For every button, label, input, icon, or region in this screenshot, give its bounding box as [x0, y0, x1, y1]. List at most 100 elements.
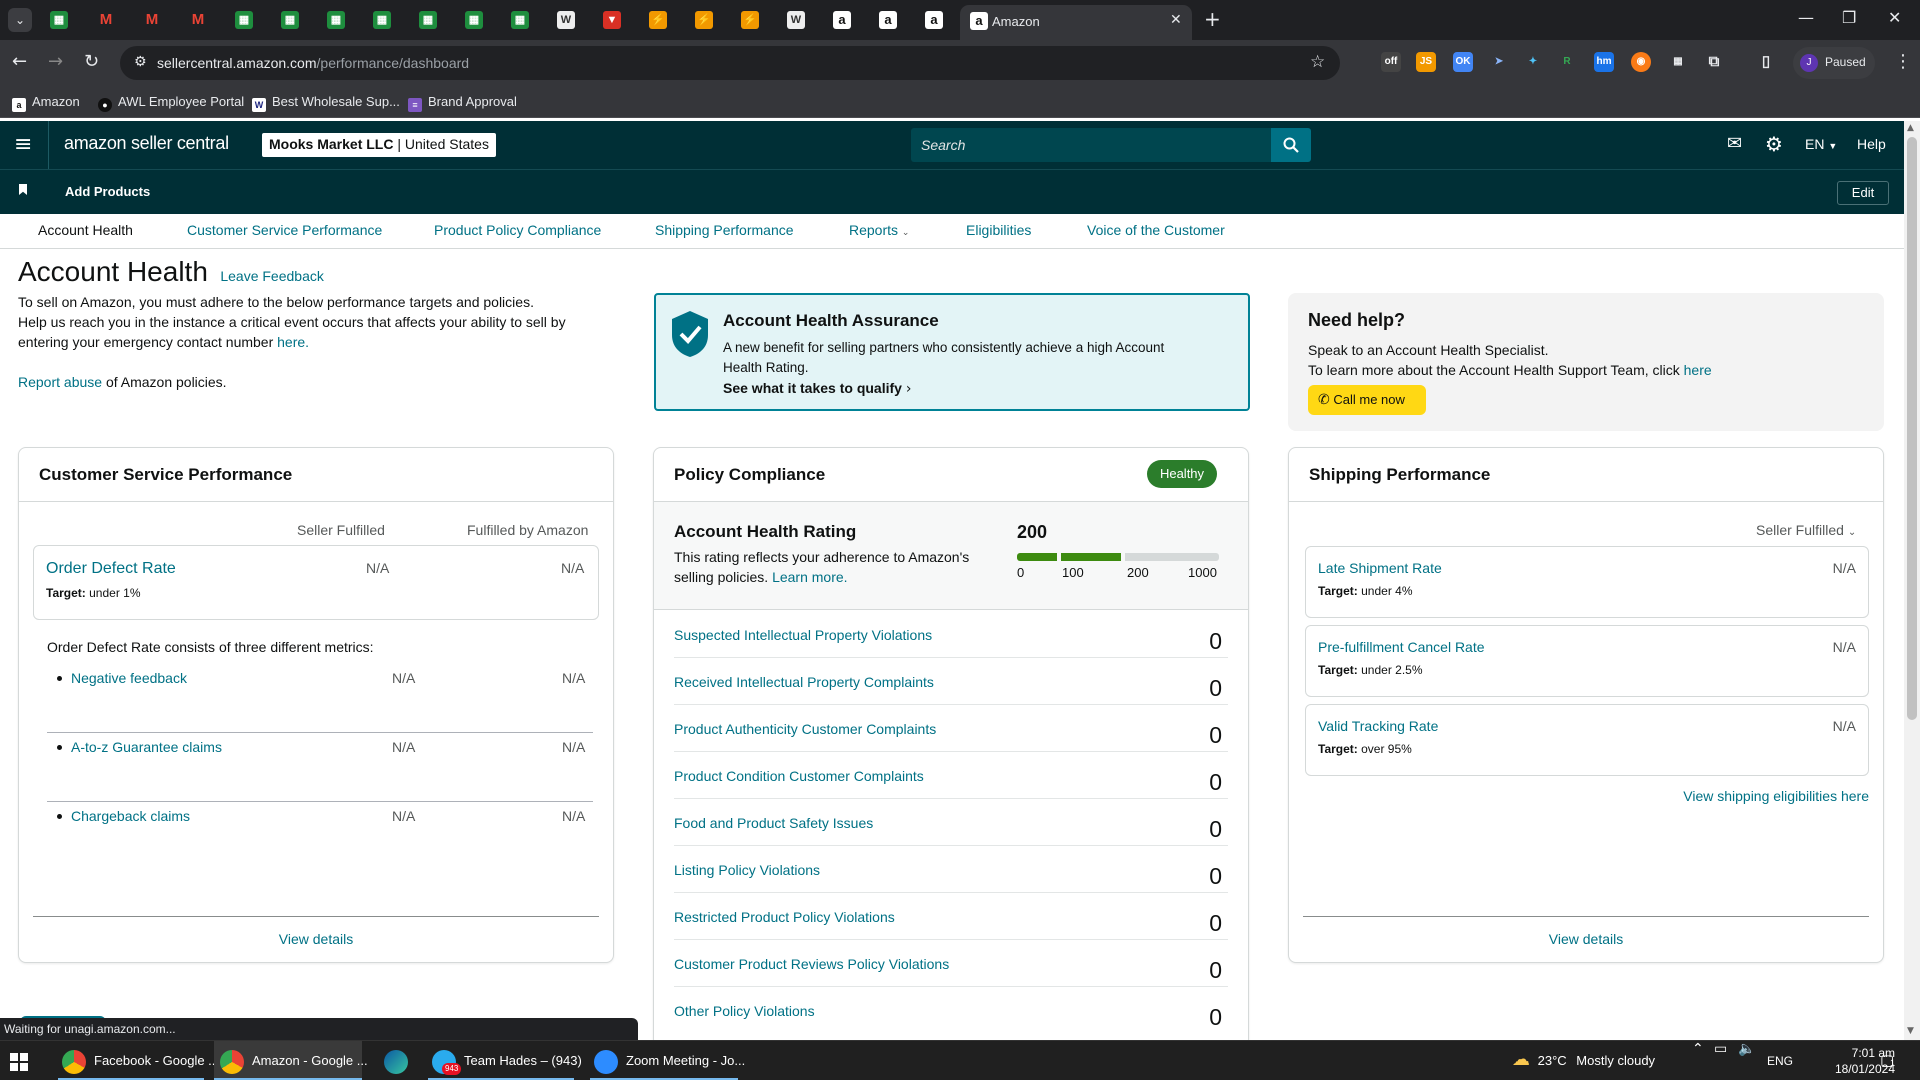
- scrollbar-thumb[interactable]: [1907, 137, 1917, 720]
- policy-row-link[interactable]: Food and Product Safety Issues: [674, 815, 873, 831]
- network-icon[interactable]: ▭: [1714, 1041, 1727, 1080]
- sheets-icon[interactable]: ▦: [511, 11, 529, 29]
- amazon-icon[interactable]: a: [833, 11, 851, 29]
- subnav-shipping-performance[interactable]: Shipping Performance: [655, 222, 794, 238]
- close-tab-icon[interactable]: ✕: [1170, 12, 1182, 28]
- learn-more-link[interactable]: Learn more.: [772, 569, 847, 585]
- bookmark-star-icon[interactable]: ☆: [1310, 52, 1325, 72]
- taskbar-amazon-chrome[interactable]: Amazon - Google ...: [214, 1041, 368, 1080]
- report-abuse-link[interactable]: Report abuse: [18, 374, 102, 390]
- page-scrollbar[interactable]: ▲ ▼: [1904, 121, 1920, 1040]
- new-tab-button[interactable]: +: [1204, 7, 1221, 31]
- extension-circle-icon[interactable]: ◉: [1631, 52, 1651, 72]
- shipping-view-details-link[interactable]: View details: [1289, 931, 1883, 947]
- notification-center[interactable]: ▢ 1: [1880, 1041, 1908, 1080]
- scroll-down-icon[interactable]: ▼: [1907, 1026, 1914, 1036]
- support-team-here-link[interactable]: here: [1684, 362, 1712, 378]
- taskbar-zoom[interactable]: Zoom Meeting - Jo...: [590, 1041, 745, 1080]
- subnav-customer-service-performance[interactable]: Customer Service Performance: [187, 222, 382, 238]
- orange-icon[interactable]: ⚡: [741, 11, 759, 29]
- extension-hm-icon[interactable]: hm: [1594, 52, 1614, 72]
- sheets-icon[interactable]: ▦: [235, 11, 253, 29]
- csp-view-details-link[interactable]: View details: [19, 931, 613, 947]
- policy-row-link[interactable]: Customer Product Reviews Policy Violatio…: [674, 956, 949, 972]
- edit-button[interactable]: Edit: [1837, 181, 1889, 205]
- bookmark-icon[interactable]: [19, 184, 27, 195]
- valid-tracking-rate-link[interactable]: Valid Tracking Rate: [1318, 718, 1438, 734]
- policy-row-link[interactable]: Product Authenticity Customer Complaints: [674, 721, 936, 737]
- weather-widget[interactable]: ☁ 23°C Mostly cloudy: [1512, 1041, 1682, 1080]
- pre-fulfillment-cancel-rate-link[interactable]: Pre-fulfillment Cancel Rate: [1318, 639, 1485, 655]
- side-panel-icon[interactable]: ▯: [1756, 52, 1776, 72]
- policy-row-link[interactable]: Received Intellectual Property Complaint…: [674, 674, 934, 690]
- negative-feedback-link[interactable]: Negative feedback: [71, 670, 187, 686]
- bookmark-awl[interactable]: ● AWL Employee Portal: [98, 94, 244, 112]
- gmail-icon[interactable]: M: [143, 11, 161, 29]
- sheets-icon[interactable]: ▦: [327, 11, 345, 29]
- fulfillment-filter-dropdown[interactable]: Seller Fulfilled ⌄: [1756, 522, 1856, 538]
- orange-icon[interactable]: ⚡: [649, 11, 667, 29]
- reload-icon[interactable]: ↻: [84, 51, 99, 72]
- language-selector[interactable]: EN ▼: [1805, 136, 1837, 152]
- wsj-icon[interactable]: W: [787, 11, 805, 29]
- help-link[interactable]: Help: [1857, 136, 1886, 152]
- subnav-eligibilities[interactable]: Eligibilities: [966, 222, 1031, 238]
- gmail-icon[interactable]: M: [97, 11, 115, 29]
- subnav-reports[interactable]: Reports ⌄: [849, 222, 909, 238]
- close-window-icon[interactable]: ✕: [1888, 8, 1901, 27]
- start-button[interactable]: [10, 1041, 40, 1080]
- extension-off-icon[interactable]: off: [1381, 52, 1401, 72]
- chrome-menu-icon[interactable]: ⋮: [1894, 51, 1912, 72]
- call-me-now-button[interactable]: ✆ Call me now: [1308, 385, 1426, 415]
- search-input[interactable]: Search: [911, 128, 1271, 162]
- site-info-icon[interactable]: ⚙: [134, 54, 147, 70]
- subnav-voice-of-the-customer[interactable]: Voice of the Customer: [1087, 222, 1225, 238]
- minimize-icon[interactable]: —: [1798, 8, 1814, 27]
- show-hidden-icons-icon[interactable]: ⌃: [1692, 1041, 1704, 1080]
- extension-r-icon[interactable]: R: [1557, 52, 1577, 72]
- back-icon[interactable]: ←: [12, 51, 27, 72]
- sheets-icon[interactable]: ▦: [281, 11, 299, 29]
- volume-icon[interactable]: 🔈: [1738, 1041, 1755, 1080]
- extension-grid-icon[interactable]: ▦: [1668, 52, 1688, 72]
- store-selector[interactable]: Mooks Market LLC | United States: [262, 133, 496, 157]
- amazon-icon[interactable]: a: [879, 11, 897, 29]
- subnav-account-health[interactable]: Account Health: [38, 222, 133, 238]
- doc-icon[interactable]: W: [557, 11, 575, 29]
- policy-row-link[interactable]: Product Condition Customer Complaints: [674, 768, 924, 784]
- extension-blue-icon[interactable]: ✦: [1523, 52, 1543, 72]
- bookmark-brand-approval[interactable]: ≡ Brand Approval: [408, 94, 517, 112]
- add-products-link[interactable]: Add Products: [65, 184, 150, 199]
- red-icon[interactable]: ▼: [603, 11, 621, 29]
- bookmark-wholesale[interactable]: W Best Wholesale Sup...: [252, 94, 400, 112]
- sheets-icon[interactable]: ▦: [419, 11, 437, 29]
- bookmark-amazon[interactable]: a Amazon: [12, 94, 80, 112]
- taskbar-edge[interactable]: [384, 1041, 410, 1080]
- profile-button[interactable]: J Paused: [1793, 47, 1875, 79]
- input-language[interactable]: ENG: [1767, 1041, 1793, 1080]
- policy-row-link[interactable]: Listing Policy Violations: [674, 862, 820, 878]
- view-shipping-eligibilities-link[interactable]: View shipping eligibilities here: [1683, 788, 1869, 804]
- taskbar-facebook-chrome[interactable]: Facebook - Google ...: [58, 1041, 219, 1080]
- late-shipment-rate-link[interactable]: Late Shipment Rate: [1318, 560, 1442, 576]
- contact-here-link[interactable]: here.: [277, 334, 309, 350]
- a-to-z-claims-link[interactable]: A-to-z Guarantee claims: [71, 739, 222, 755]
- extension-js-icon[interactable]: JS: [1416, 52, 1436, 72]
- url-bar[interactable]: ⚙ sellercentral.amazon.com/performance/d…: [120, 46, 1340, 80]
- settings-gear-icon[interactable]: ⚙: [1765, 132, 1783, 156]
- taskbar-telegram[interactable]: Team Hades – (943) 943: [428, 1041, 582, 1080]
- amazon-icon[interactable]: a: [925, 11, 943, 29]
- search-button[interactable]: [1271, 128, 1311, 162]
- scroll-up-icon[interactable]: ▲: [1907, 123, 1914, 133]
- subnav-product-policy-compliance[interactable]: Product Policy Compliance: [434, 222, 601, 238]
- sheets-icon[interactable]: ▦: [373, 11, 391, 29]
- seller-central-logo[interactable]: amazon seller central: [64, 133, 229, 154]
- hamburger-menu-icon[interactable]: ≡: [14, 132, 32, 157]
- forward-icon[interactable]: →: [48, 51, 63, 72]
- active-tab[interactable]: a Amazon ✕: [960, 5, 1192, 40]
- policy-row-link[interactable]: Restricted Product Policy Violations: [674, 909, 895, 925]
- qualify-link[interactable]: See what it takes to qualify ›: [723, 380, 911, 397]
- leave-feedback-link[interactable]: Leave Feedback: [220, 268, 324, 284]
- policy-row-link[interactable]: Other Policy Violations: [674, 1003, 815, 1019]
- policy-row-link[interactable]: Suspected Intellectual Property Violatio…: [674, 627, 932, 643]
